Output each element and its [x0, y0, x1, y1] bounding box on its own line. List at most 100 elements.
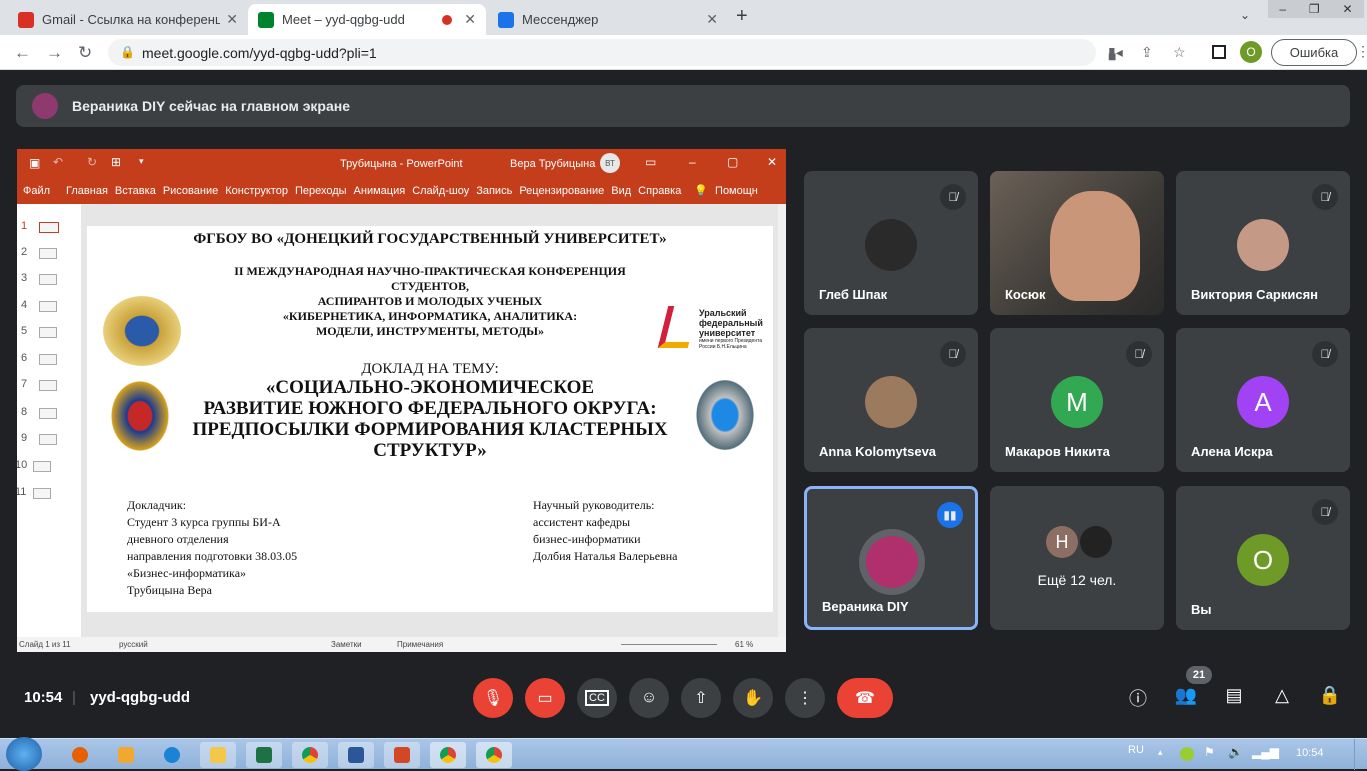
camera-toggle-button[interactable]: ▭	[525, 678, 565, 718]
new-tab-button[interactable]: +	[736, 5, 748, 28]
maximize-icon[interactable]: ❐	[1309, 2, 1320, 16]
close-tab-icon[interactable]: ✕	[464, 11, 476, 28]
info-icon[interactable]: ⓘ	[1124, 685, 1152, 711]
system-clock[interactable]: 10:54	[1296, 747, 1324, 759]
undo-icon: ↶	[53, 155, 64, 169]
chrome-icon	[440, 747, 456, 763]
tab-gmail[interactable]: Gmail - Ссылка на конференци ✕	[8, 4, 248, 35]
lightbulb-icon: 💡	[694, 185, 709, 197]
tray-flag-icon[interactable]: ⚑	[1204, 745, 1215, 759]
word-icon	[348, 747, 364, 763]
participant-name: Глеб Шпак	[819, 287, 888, 302]
avatar: A	[1237, 376, 1289, 428]
raise-hand-button[interactable]: ✋	[733, 678, 773, 718]
taskbar-chrome-3[interactable]	[476, 742, 512, 768]
self-tile[interactable]: 🎙̸ О Вы	[1176, 486, 1350, 630]
leave-call-button[interactable]: ☎	[837, 678, 893, 718]
notes-label: Заметки	[331, 640, 362, 649]
powerpoint-icon	[394, 747, 410, 763]
minimize-icon[interactable]: –	[1279, 2, 1286, 16]
activities-icon[interactable]: △	[1268, 685, 1296, 706]
window-controls: – ❐ ✕	[1268, 0, 1364, 18]
hand-icon: ✋	[743, 690, 763, 707]
tray-app-icon[interactable]	[1180, 747, 1194, 761]
emoji-icon: ☺	[640, 689, 658, 706]
report-topic: «СОЦИАЛЬНО-ЭКОНОМИЧЕСКОЕ РАЗВИТИЕ ЮЖНОГО …	[192, 377, 668, 461]
avatar: Н	[1046, 526, 1078, 558]
reload-icon[interactable]: ↻	[78, 43, 92, 63]
present-button[interactable]: ⇧	[681, 678, 721, 718]
media-icon	[118, 747, 134, 763]
ribbon-tab: Вид	[611, 184, 632, 197]
thumbnail-1: 1	[21, 220, 59, 233]
more-options-button[interactable]: ⋮	[785, 678, 825, 718]
zoom-level: 61 %	[735, 640, 754, 649]
close-window-icon[interactable]: ✕	[1343, 2, 1353, 16]
network-icon[interactable]: ▂▄▆	[1252, 745, 1279, 759]
taskbar-ie[interactable]	[154, 742, 190, 768]
participant-tile[interactable]: 🎙̸ M Макаров Никита	[990, 328, 1164, 472]
camera-icon[interactable]: ▮◂	[1108, 44, 1123, 61]
more-participants-tile[interactable]: Н Ещё 12 чел.	[990, 486, 1164, 630]
side-panel-icon[interactable]	[1212, 45, 1226, 59]
captions-button[interactable]: CC	[577, 678, 617, 718]
menu-icon[interactable]: ⋮	[1356, 43, 1367, 60]
taskbar-chrome-2[interactable]	[430, 742, 466, 768]
profile-avatar[interactable]: О	[1240, 41, 1262, 63]
tray-expand-icon[interactable]: ▴	[1158, 747, 1163, 758]
people-icon[interactable]: 👥	[1172, 685, 1200, 706]
taskbar-explorer[interactable]	[200, 742, 236, 768]
participant-tile[interactable]: 🎙̸ Глеб Шпак	[804, 171, 978, 315]
volume-icon[interactable]: 🔊	[1228, 745, 1243, 759]
ppt-status-bar: Слайд 1 из 11 русский Заметки Примечания…	[17, 637, 786, 652]
show-desktop-button[interactable]	[1354, 739, 1367, 770]
taskbar-firefox[interactable]	[62, 742, 98, 768]
participant-tile[interactable]: 🎙̸ Anna Kolomytseva	[804, 328, 978, 472]
folder-icon	[210, 747, 226, 763]
taskbar-powerpoint[interactable]	[384, 742, 420, 768]
reactions-button[interactable]: ☺	[629, 678, 669, 718]
participant-tile[interactable]: 🎙̸ A Алена Искра	[1176, 328, 1350, 472]
taskbar-chrome[interactable]	[292, 742, 328, 768]
thumbnail-2: 2	[21, 246, 57, 259]
mic-off-icon: 🎙̸	[1312, 184, 1338, 210]
tab-search-icon[interactable]: ⌄	[1240, 8, 1250, 22]
participant-name: Алена Искра	[1191, 444, 1273, 459]
ribbon-tab: Справка	[638, 184, 682, 197]
start-button[interactable]	[6, 737, 42, 771]
ppt-user-avatar: ВТ	[600, 153, 620, 173]
tab-messenger[interactable]: Мессенджер ✕	[488, 4, 728, 35]
url-field[interactable]: 🔒 meet.google.com/yyd-qgbg-udd?pli=1 ■	[108, 39, 1116, 66]
chat-icon[interactable]: ▤	[1220, 685, 1248, 706]
back-icon[interactable]: ←	[14, 43, 31, 63]
mic-toggle-button[interactable]: 🎙	[473, 678, 513, 718]
windows-taskbar: RU ▴ ⚑ 🔊 ▂▄▆ 10:54	[0, 737, 1367, 771]
hangup-icon: ☎	[855, 690, 875, 707]
tab-meet[interactable]: Meet – yyd-qgbg-udd ✕	[248, 4, 486, 35]
presenting-banner: Вераника DIY сейчас на главном экране	[16, 85, 1350, 127]
close-tab-icon[interactable]: ✕	[226, 11, 238, 28]
ribbon-tab: Переходы	[294, 184, 347, 197]
thumbnail-3: 3	[21, 272, 57, 285]
present-screen-icon: ⇧	[694, 690, 708, 707]
taskbar-excel[interactable]	[246, 742, 282, 768]
host-controls-icon[interactable]: 🔒	[1316, 685, 1344, 706]
banner-text: Вераника DIY сейчас на главном экране	[72, 98, 351, 114]
participant-tile[interactable]: 🎙̸ Виктория Саркисян	[1176, 171, 1350, 315]
forward-icon[interactable]: →	[46, 43, 63, 63]
taskbar-media[interactable]	[108, 742, 144, 768]
supervisor-info: Научный руководитель: ассистент кафедры би…	[533, 498, 678, 563]
close-tab-icon[interactable]: ✕	[706, 11, 718, 28]
participant-tile-video[interactable]: Косюк	[990, 171, 1164, 315]
tab-title: Мессенджер	[522, 12, 599, 27]
participant-name: Косюк	[1005, 287, 1046, 302]
language-indicator[interactable]: RU	[1128, 744, 1144, 756]
participant-tile-active[interactable]: ▮▮ Вераника DIY	[804, 486, 978, 630]
share-icon[interactable]: ⇪	[1141, 44, 1153, 61]
taskbar-word[interactable]	[338, 742, 374, 768]
bookmark-star-icon[interactable]: ☆	[1173, 44, 1186, 61]
ppt-user-name: Вера Трубицына	[510, 158, 596, 170]
ribbon-display-icon: ▭	[645, 155, 657, 169]
error-button[interactable]: Ошибка	[1271, 39, 1357, 66]
participant-name: Вераника DIY	[822, 599, 909, 614]
